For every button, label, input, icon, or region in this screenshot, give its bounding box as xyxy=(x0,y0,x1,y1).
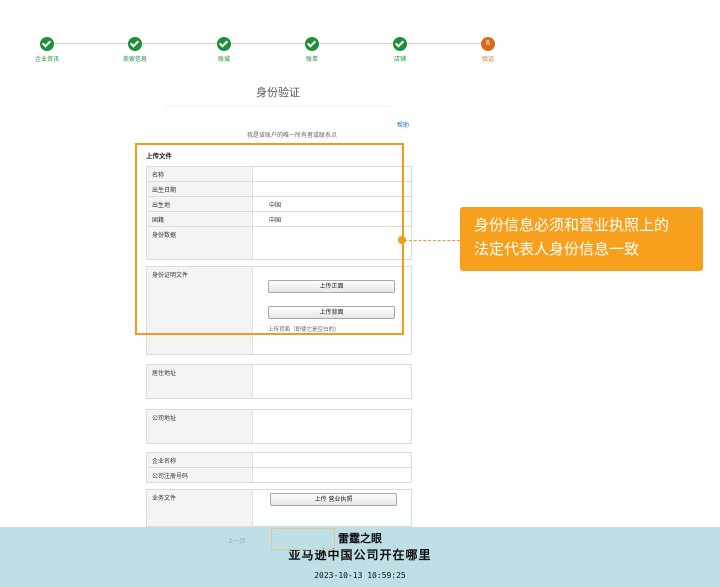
field-label: 居住地址 xyxy=(147,365,253,398)
upload-business-license-button[interactable]: 上传 营业执照 xyxy=(270,493,397,506)
field-label: 企业名称 xyxy=(147,453,253,467)
check-icon xyxy=(217,37,231,51)
step-number-badge: 6 xyxy=(481,37,495,51)
next-page-button[interactable] xyxy=(271,528,335,550)
field-label: 业务文件 xyxy=(147,490,253,526)
field-company-address: 公司地址 xyxy=(146,409,412,444)
page-title: 身份验证 xyxy=(256,87,300,99)
help-link[interactable]: 帮助 xyxy=(397,120,409,129)
annotation-callout: 身份信息必须和营业执照上的 法定代表人身份信息一致 xyxy=(460,207,703,271)
field-residential-address: 居住地址 xyxy=(146,364,412,399)
field-company-name: 企业名称 xyxy=(146,452,412,468)
check-icon xyxy=(305,37,319,51)
step-label: 账单 xyxy=(305,57,318,63)
step-label: 店铺 xyxy=(393,57,406,63)
step-label: 账城 xyxy=(217,57,230,63)
callout-connector xyxy=(404,240,460,241)
step-4: 账单 xyxy=(282,37,342,63)
step-3: 账城 xyxy=(194,37,254,63)
highlight-frame xyxy=(135,143,404,335)
step-5: 店铺 xyxy=(370,37,430,63)
title-divider xyxy=(166,106,392,107)
check-icon xyxy=(393,37,407,51)
watermark-banner: 雷霆之眼 亚马逊中国公司开在哪里 2023-10-13 10:59:25 xyxy=(0,527,720,587)
prev-page-button[interactable]: 上一页 xyxy=(195,534,278,549)
step-6-current: 6 验证 xyxy=(458,37,518,63)
callout-line-1: 身份信息必须和营业执照上的 xyxy=(474,216,670,234)
field-label: 公司地址 xyxy=(147,410,253,443)
watermark-subtitle: 亚马逊中国公司开在哪里 xyxy=(288,548,432,562)
check-icon xyxy=(40,37,54,51)
step-label: 卖家信息 xyxy=(122,57,147,63)
check-icon xyxy=(128,37,142,51)
connector-dot xyxy=(398,236,406,244)
subtitle: 我是该账户的唯一所有者或联系点 xyxy=(246,133,337,139)
watermark-title: 雷霆之眼 xyxy=(338,532,382,545)
step-label: 验证 xyxy=(481,57,494,63)
watermark-timestamp: 2023-10-13 10:59:25 xyxy=(314,571,406,580)
step-label: 企业资讯 xyxy=(34,57,59,63)
step-1: 企业资讯 xyxy=(17,37,77,63)
field-label: 公司注册号码 xyxy=(147,468,253,482)
field-company-reg-number: 公司注册号码 xyxy=(146,467,412,483)
callout-line-2: 法定代表人身份信息一致 xyxy=(474,240,640,258)
step-2: 卖家信息 xyxy=(105,37,165,63)
